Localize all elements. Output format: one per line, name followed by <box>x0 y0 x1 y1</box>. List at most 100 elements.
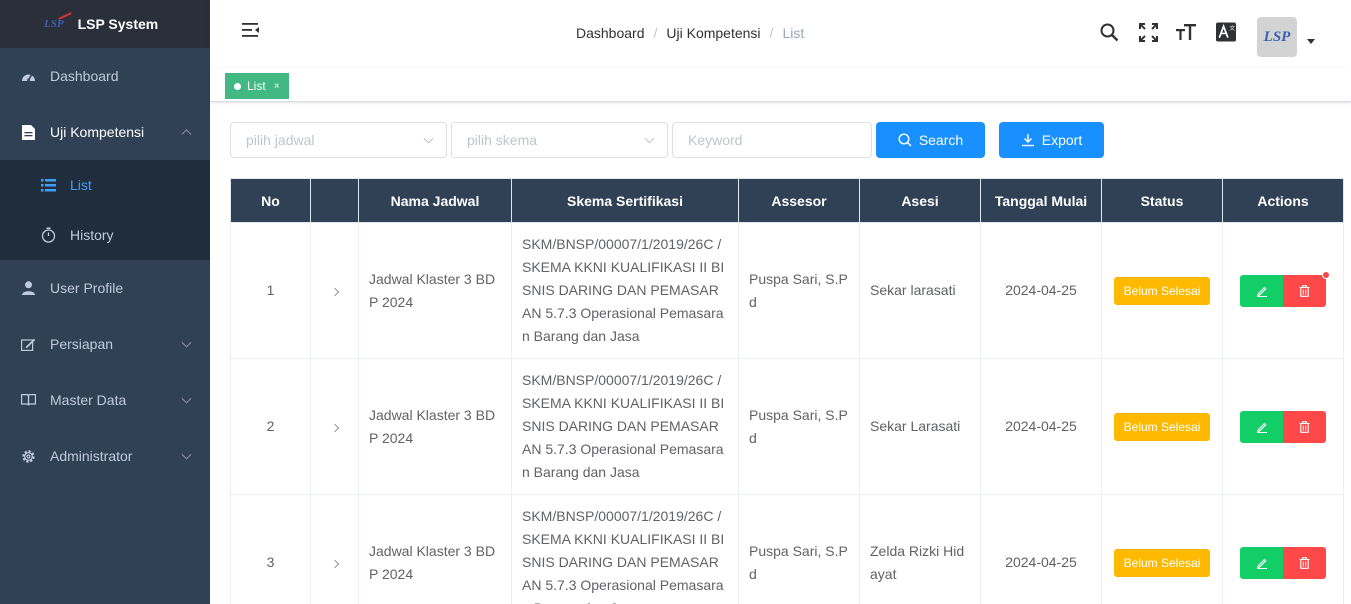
sidebar-item-label: User Profile <box>50 280 124 296</box>
table-header-row: No Nama Jadwal Skema Sertifikasi Assesor… <box>230 178 1344 223</box>
chevron-down-icon <box>181 337 192 348</box>
sidebar-item-history[interactable]: History <box>0 210 210 260</box>
sidebar-item-uji-kompetensi[interactable]: Uji Kompetensi <box>0 104 210 160</box>
close-icon[interactable]: × <box>274 81 280 92</box>
breadcrumb-item-uji-kompetensi[interactable]: Uji Kompetensi <box>666 25 760 41</box>
expand-cell[interactable] <box>310 494 359 604</box>
cell-no: 2 <box>230 358 311 495</box>
sidebar-logo[interactable]: LSP LSP System <box>0 0 210 48</box>
uji-kompetensi-table: No Nama Jadwal Skema Sertifikasi Assesor… <box>230 178 1344 604</box>
svg-text:文: 文 <box>1229 24 1235 32</box>
delete-button[interactable] <box>1283 270 1330 307</box>
cell-actions <box>1222 358 1344 495</box>
edit-icon <box>1256 558 1267 569</box>
cell-nama-jadwal: Jadwal Klaster 3 BDP 2024 <box>358 494 512 604</box>
edit-button[interactable] <box>1240 410 1283 443</box>
user-icon <box>20 280 36 296</box>
gear-icon <box>20 448 36 464</box>
jadwal-select-placeholder: pilih jadwal <box>246 132 315 148</box>
expand-cell[interactable] <box>310 222 359 359</box>
tag-list[interactable]: List × <box>225 73 289 99</box>
chevron-right-icon[interactable] <box>330 287 339 297</box>
sidebar-item-label: Dashboard <box>50 68 119 84</box>
translate-icon[interactable]: 文 <box>1216 22 1236 42</box>
chevron-up-icon <box>181 129 192 140</box>
chevron-down-icon <box>644 133 655 144</box>
hamburger-icon[interactable] <box>242 22 260 40</box>
download-icon <box>1021 134 1034 147</box>
chevron-down-icon <box>423 133 434 144</box>
table-row: 1 Jadwal Klaster 3 BDP 2024 SKM/BNSP/000… <box>230 222 1344 359</box>
column-header-tanggal-mulai: Tanggal Mulai <box>980 178 1102 223</box>
search-icon[interactable] <box>1099 22 1119 42</box>
sidebar-item-label: History <box>70 227 114 243</box>
cell-assesor: Puspa Sari, S.Pd <box>738 494 860 604</box>
sidebar-item-label: List <box>70 177 92 193</box>
dashboard-icon <box>20 68 36 84</box>
sidebar-item-administrator[interactable]: Administrator <box>0 428 210 484</box>
chevron-right-icon[interactable] <box>330 559 339 569</box>
book-icon <box>20 392 36 408</box>
skema-select-placeholder: pilih skema <box>467 132 538 148</box>
trash-icon <box>1299 420 1310 433</box>
cell-asesi: Sekar Larasati <box>859 358 981 495</box>
table-row: 2 Jadwal Klaster 3 BDP 2024 SKM/BNSP/000… <box>230 358 1344 495</box>
jadwal-select[interactable]: pilih jadwal <box>230 122 447 158</box>
sidebar-item-label: Master Data <box>50 392 127 408</box>
list-icon <box>40 177 56 193</box>
cell-asesi: Sekar larasati <box>859 222 981 359</box>
stopwatch-icon <box>40 227 56 243</box>
column-header-status: Status <box>1101 178 1223 223</box>
delete-button[interactable] <box>1283 410 1326 443</box>
sidebar-item-list[interactable]: List <box>0 160 210 210</box>
breadcrumb-item-current: List <box>782 25 805 41</box>
cell-skema: SKM/BNSP/00007/1/2019/26C / SKEMA KKNI K… <box>511 494 739 604</box>
cell-tanggal-mulai: 2024-04-25 <box>980 222 1102 359</box>
expand-cell[interactable] <box>310 358 359 495</box>
chevron-right-icon[interactable] <box>330 423 339 433</box>
cell-status: Belum Selesai <box>1101 222 1223 359</box>
sidebar-item-persiapan[interactable]: Persiapan <box>0 316 210 372</box>
sidebar-item-label: Uji Kompetensi <box>50 124 145 140</box>
sidebar-item-user-profile[interactable]: User Profile <box>0 260 210 316</box>
sidebar-item-label: Administrator <box>50 448 133 464</box>
edit-button[interactable] <box>1240 546 1283 579</box>
breadcrumb-item-dashboard[interactable]: Dashboard <box>576 25 645 41</box>
search-button-label: Search <box>918 132 964 148</box>
status-badge: Belum Selesai <box>1113 276 1211 305</box>
column-header-no: No <box>230 178 311 223</box>
search-button[interactable]: Search <box>876 122 985 158</box>
app-title: LSP System <box>77 16 159 32</box>
active-dot-icon <box>234 82 241 90</box>
column-header-actions: Actions <box>1222 178 1344 223</box>
status-badge: Belum Selesai <box>1113 412 1211 441</box>
fullscreen-icon[interactable] <box>1138 22 1158 42</box>
delete-button[interactable] <box>1283 546 1326 579</box>
cell-nama-jadwal: Jadwal Klaster 3 BDP 2024 <box>358 222 512 359</box>
cell-status: Belum Selesai <box>1101 494 1223 604</box>
tag-label: List <box>247 79 266 93</box>
keyword-input[interactable]: Keyword <box>672 122 872 158</box>
edit-button[interactable] <box>1240 274 1283 307</box>
notification-dot <box>1322 270 1330 279</box>
cell-skema: SKM/BNSP/00007/1/2019/26C / SKEMA KKNI K… <box>511 358 739 495</box>
document-icon <box>20 124 36 140</box>
sidebar: LSP LSP System Dashboard Uji Kompetensi … <box>0 0 210 604</box>
sidebar-item-master-data[interactable]: Master Data <box>0 372 210 428</box>
status-badge: Belum Selesai <box>1113 548 1211 577</box>
caret-down-icon[interactable] <box>1307 39 1315 44</box>
table-row: 3 Jadwal Klaster 3 BDP 2024 SKM/BNSP/000… <box>230 494 1344 604</box>
chevron-down-icon <box>181 449 192 460</box>
keyword-placeholder: Keyword <box>688 132 743 148</box>
column-header-assesor: Assesor <box>738 178 860 223</box>
cell-asesi: Zelda Rizki Hidayat <box>859 494 981 604</box>
submenu-uji-kompetensi: List History <box>0 160 210 260</box>
export-button[interactable]: Export <box>999 122 1104 158</box>
sidebar-item-dashboard[interactable]: Dashboard <box>0 48 210 104</box>
text-size-icon[interactable] <box>1176 22 1196 42</box>
column-header-asesi: Asesi <box>859 178 981 223</box>
edit-icon <box>1256 422 1267 433</box>
cell-assesor: Puspa Sari, S.Pd <box>738 358 860 495</box>
skema-select[interactable]: pilih skema <box>451 122 668 158</box>
avatar[interactable]: LSP <box>1257 17 1297 57</box>
